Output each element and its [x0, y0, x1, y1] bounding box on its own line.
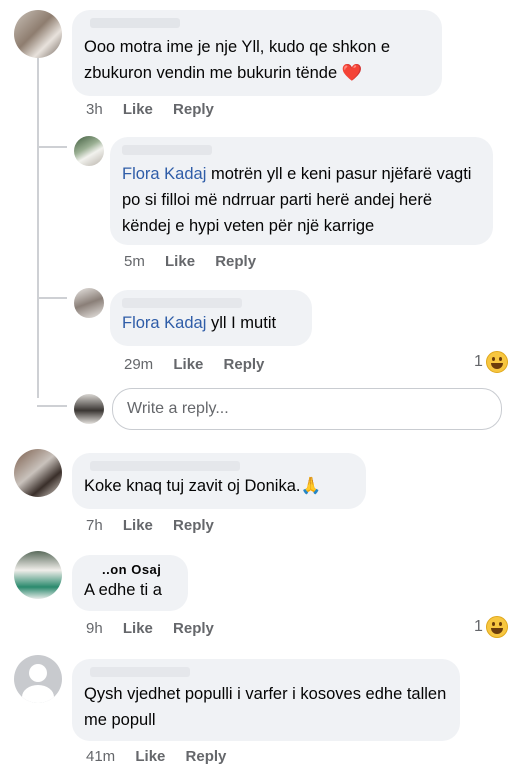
commenter-name-redacted[interactable]: [84, 667, 448, 679]
reply-button[interactable]: Reply: [173, 517, 214, 534]
comment-meta: 9h Like Reply: [86, 620, 230, 637]
avatar[interactable]: [74, 288, 104, 318]
like-button[interactable]: Like: [165, 253, 195, 270]
reply-time[interactable]: 5m: [124, 253, 145, 270]
haha-reaction-icon: [485, 351, 508, 373]
reaction-summary[interactable]: 1: [474, 616, 508, 638]
comment-meta: 7h Like Reply: [86, 517, 230, 534]
thread-line-branch-3: [37, 405, 67, 407]
person-shoulders-icon: [22, 685, 54, 703]
comment-body: Koke knaq tuj zavit oj Donika.: [84, 477, 301, 495]
commenter-name-redacted[interactable]: [122, 298, 300, 310]
reply-bubble: Flora Kadaj motrën yll e keni pasur njëf…: [110, 137, 493, 245]
commenter-name-redacted[interactable]: [122, 145, 481, 157]
comment-bubble: Koke knaq tuj zavit oj Donika.🙏: [72, 453, 366, 509]
comment-meta: 3h Like Reply: [86, 101, 230, 118]
comment-text: Ooo motra ime je nje Yll, kudo qe shkon …: [84, 34, 430, 86]
reply-body: yll I mutit: [206, 314, 277, 332]
avatar[interactable]: [74, 136, 104, 166]
reaction-summary[interactable]: 1: [474, 351, 508, 373]
thread-line-main: [37, 58, 39, 398]
comment-time[interactable]: 9h: [86, 620, 103, 637]
reply-button[interactable]: Reply: [173, 101, 214, 118]
comment-text: A edhe ti a: [84, 579, 176, 601]
comment-bubble: ..on Osaj A edhe ti a: [72, 555, 188, 611]
like-button[interactable]: Like: [173, 356, 203, 373]
commenter-name[interactable]: ..on Osaj: [84, 563, 176, 577]
like-button[interactable]: Like: [135, 748, 165, 765]
reply-meta: 29m Like Reply: [124, 356, 280, 373]
comment-bubble: Qysh vjedhet populli i varfer i kosoves …: [72, 659, 460, 741]
my-avatar: [74, 394, 104, 424]
avatar[interactable]: [14, 10, 62, 58]
reply-button[interactable]: Reply: [224, 356, 265, 373]
reply-text: Flora Kadaj motrën yll e keni pasur njëf…: [122, 161, 481, 239]
commenter-name-redacted[interactable]: [84, 461, 354, 473]
like-button[interactable]: Like: [123, 101, 153, 118]
reply-meta: 5m Like Reply: [124, 253, 272, 270]
comment-body: A edhe ti a: [84, 581, 162, 599]
avatar[interactable]: [14, 449, 62, 497]
comment-text: Koke knaq tuj zavit oj Donika.🙏: [84, 475, 354, 497]
reply-text: Flora Kadaj yll I mutit: [122, 312, 300, 334]
reply-input[interactable]: Write a reply...: [112, 388, 502, 430]
reply-button[interactable]: Reply: [215, 253, 256, 270]
reply-time[interactable]: 29m: [124, 356, 153, 373]
mention-link[interactable]: Flora Kadaj: [122, 165, 206, 183]
reaction-count: 1: [474, 618, 483, 635]
thread-line-branch-1: [37, 146, 67, 148]
comment-bubble: Ooo motra ime je nje Yll, kudo qe shkon …: [72, 10, 442, 96]
avatar[interactable]: [14, 551, 62, 599]
heart-emoji-icon: ❤️: [341, 64, 363, 82]
comment-time[interactable]: 41m: [86, 748, 115, 765]
comment-meta: 41m Like Reply: [86, 748, 242, 765]
person-silhouette-icon: [29, 664, 47, 682]
mention-link[interactable]: Flora Kadaj: [122, 314, 206, 332]
reply-bubble: Flora Kadaj yll I mutit: [110, 290, 312, 346]
commenter-name-redacted[interactable]: [84, 18, 430, 30]
reaction-count: 1: [474, 353, 483, 370]
haha-reaction-icon: [485, 616, 508, 638]
like-button[interactable]: Like: [123, 620, 153, 637]
folded-hands-emoji-icon: 🙏: [300, 477, 321, 495]
comment-text: Qysh vjedhet populli i varfer i kosoves …: [84, 681, 448, 733]
like-button[interactable]: Like: [123, 517, 153, 534]
comment-body: Qysh vjedhet populli i varfer i kosoves …: [84, 685, 447, 729]
thread-line-branch-2: [37, 297, 67, 299]
reply-button[interactable]: Reply: [173, 620, 214, 637]
comment-time[interactable]: 3h: [86, 101, 103, 118]
comment-time[interactable]: 7h: [86, 517, 103, 534]
reply-button[interactable]: Reply: [186, 748, 227, 765]
reply-placeholder: Write a reply...: [127, 400, 229, 417]
default-avatar[interactable]: [14, 655, 62, 703]
